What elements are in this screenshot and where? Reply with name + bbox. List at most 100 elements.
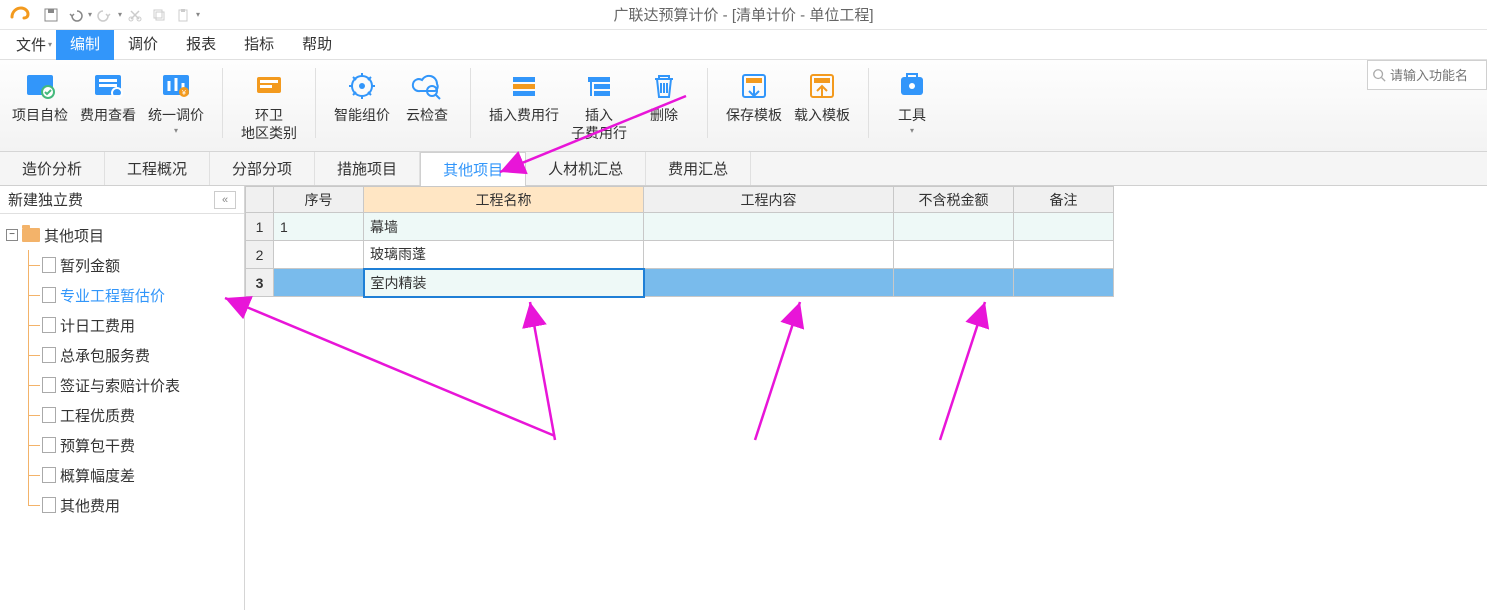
copy-icon[interactable]	[148, 4, 170, 26]
cell[interactable]: 3	[246, 269, 274, 297]
tree-item-预算包干费[interactable]: 预算包干费	[0, 430, 244, 460]
cell[interactable]	[1014, 269, 1114, 297]
cell[interactable]	[644, 241, 894, 269]
tab-造价分析[interactable]: 造价分析	[0, 152, 105, 185]
paste-icon[interactable]	[172, 4, 194, 26]
table-row[interactable]: 11幕墙	[246, 213, 1114, 241]
col-header[interactable]: 不含税金额	[894, 187, 1014, 213]
cell[interactable]	[894, 269, 1014, 297]
data-grid[interactable]: 序号工程名称工程内容不含税金额备注 11幕墙2玻璃雨蓬3室内精装	[245, 186, 1114, 298]
save-icon[interactable]	[40, 4, 62, 26]
cell[interactable]	[894, 213, 1014, 241]
collapse-icon[interactable]: «	[214, 191, 236, 209]
tree-item-计日工费用[interactable]: 计日工费用	[0, 310, 244, 340]
table-row[interactable]: 3 室内精装	[246, 269, 1114, 297]
sidebar-header: 新建独立费 «	[0, 186, 244, 214]
save-template-icon	[736, 68, 772, 104]
tab-其他项目[interactable]: 其他项目	[420, 152, 526, 186]
col-header[interactable]: 工程内容	[644, 187, 894, 213]
folder-icon	[22, 228, 40, 242]
cell[interactable]	[274, 241, 364, 269]
ribbon: 项目自检 费用查看 ¥ 统一调价 ▾ 环卫 地区类别 智能组价 云检查 插入费用…	[0, 60, 1487, 152]
cell[interactable]: 室内精装	[364, 269, 644, 297]
sidebar-title[interactable]: 新建独立费	[8, 189, 83, 210]
menu-编制[interactable]: 编制	[56, 30, 114, 60]
tree-root-label: 其他项目	[44, 225, 104, 246]
ribbon-separator	[707, 68, 708, 138]
menu-调价[interactable]: 调价	[114, 30, 172, 60]
region-type-button[interactable]: 环卫 地区类别	[241, 68, 297, 142]
search-input[interactable]	[1390, 68, 1480, 83]
quick-access-toolbar: ▾ ▾ ▾	[40, 4, 200, 26]
unify-price-dropdown-icon[interactable]: ▾	[174, 126, 178, 135]
ribbon-separator	[868, 68, 869, 138]
tree-item-label: 概算幅度差	[60, 465, 135, 486]
cloud-check-button[interactable]: 云检查	[402, 68, 452, 124]
tree-item-专业工程暂估价[interactable]: 专业工程暂估价	[0, 280, 244, 310]
cell[interactable]	[644, 213, 894, 241]
collapse-toggle-icon[interactable]: −	[6, 229, 18, 241]
redo-icon[interactable]	[94, 4, 116, 26]
undo-icon[interactable]	[64, 4, 86, 26]
tab-人材机汇总[interactable]: 人材机汇总	[526, 152, 646, 185]
smart-group-button[interactable]: 智能组价	[334, 68, 390, 124]
tab-费用汇总[interactable]: 费用汇总	[646, 152, 751, 185]
paste-dropdown-icon[interactable]: ▾	[196, 10, 200, 19]
delete-button[interactable]: 删除	[639, 68, 689, 124]
cell[interactable]: 1	[274, 213, 364, 241]
cut-icon[interactable]	[124, 4, 146, 26]
tree-item-暂列金额[interactable]: 暂列金额	[0, 250, 244, 280]
cell[interactable]	[1014, 213, 1114, 241]
tree-item-其他费用[interactable]: 其他费用	[0, 490, 244, 520]
col-header[interactable]: 序号	[274, 187, 364, 213]
redo-dropdown-icon[interactable]: ▾	[118, 10, 122, 19]
tab-分部分项[interactable]: 分部分项	[210, 152, 315, 185]
cell[interactable]: 2	[246, 241, 274, 269]
tools-button[interactable]: 工具 ▾	[887, 68, 937, 135]
tree-item-label: 总承包服务费	[60, 345, 150, 366]
undo-dropdown-icon[interactable]: ▾	[88, 10, 92, 19]
cell[interactable]: 玻璃雨蓬	[364, 241, 644, 269]
menu-指标[interactable]: 指标	[230, 30, 288, 60]
fee-view-icon	[90, 68, 126, 104]
col-header[interactable]: 工程名称	[364, 187, 644, 213]
tab-工程概况[interactable]: 工程概况	[105, 152, 210, 185]
cell[interactable]	[644, 269, 894, 297]
main-content: 新建独立费 « − 其他项目 暂列金额专业工程暂估价计日工费用总承包服务费签证与…	[0, 186, 1487, 610]
cell[interactable]	[1014, 241, 1114, 269]
col-header[interactable]: 备注	[1014, 187, 1114, 213]
tree-item-label: 专业工程暂估价	[60, 285, 165, 306]
col-header[interactable]	[246, 187, 274, 213]
tree-item-label: 其他费用	[60, 495, 120, 516]
tree-item-工程优质费[interactable]: 工程优质费	[0, 400, 244, 430]
table-row[interactable]: 2 玻璃雨蓬	[246, 241, 1114, 269]
menu-bar: 文件 ▾ 编制调价报表指标帮助	[0, 30, 1487, 60]
function-search[interactable]	[1367, 60, 1487, 90]
sidebar-tree: − 其他项目 暂列金额专业工程暂估价计日工费用总承包服务费签证与索赔计价表工程优…	[0, 214, 244, 526]
insert-fee-row-button[interactable]: 插入费用行	[489, 68, 559, 124]
document-icon	[42, 407, 56, 423]
cell[interactable]	[894, 241, 1014, 269]
tree-item-总承包服务费[interactable]: 总承包服务费	[0, 340, 244, 370]
tree-item-签证与索赔计价表[interactable]: 签证与索赔计价表	[0, 370, 244, 400]
menu-报表[interactable]: 报表	[172, 30, 230, 60]
cell[interactable]: 幕墙	[364, 213, 644, 241]
document-icon	[42, 497, 56, 513]
project-self-check-button[interactable]: 项目自检	[12, 68, 68, 124]
title-bar: ▾ ▾ ▾ 广联达预算计价 - [清单计价 - 单位工程]	[0, 0, 1487, 30]
project-check-icon	[22, 68, 58, 104]
tree-item-概算幅度差[interactable]: 概算幅度差	[0, 460, 244, 490]
menu-帮助[interactable]: 帮助	[288, 30, 346, 60]
fee-view-button[interactable]: 费用查看	[80, 68, 136, 124]
smart-group-icon	[344, 68, 380, 104]
insert-subfee-row-button[interactable]: 插入 子费用行	[571, 68, 627, 142]
menu-file[interactable]: 文件 ▾	[0, 34, 56, 55]
cell[interactable]: 1	[246, 213, 274, 241]
save-template-button[interactable]: 保存模板	[726, 68, 782, 124]
load-template-button[interactable]: 载入模板	[794, 68, 850, 124]
tools-dropdown-icon[interactable]: ▾	[910, 126, 914, 135]
tab-措施项目[interactable]: 措施项目	[315, 152, 420, 185]
cell[interactable]	[274, 269, 364, 297]
tree-root-other-items[interactable]: − 其他项目	[0, 220, 244, 250]
unify-price-button[interactable]: ¥ 统一调价 ▾	[148, 68, 204, 135]
